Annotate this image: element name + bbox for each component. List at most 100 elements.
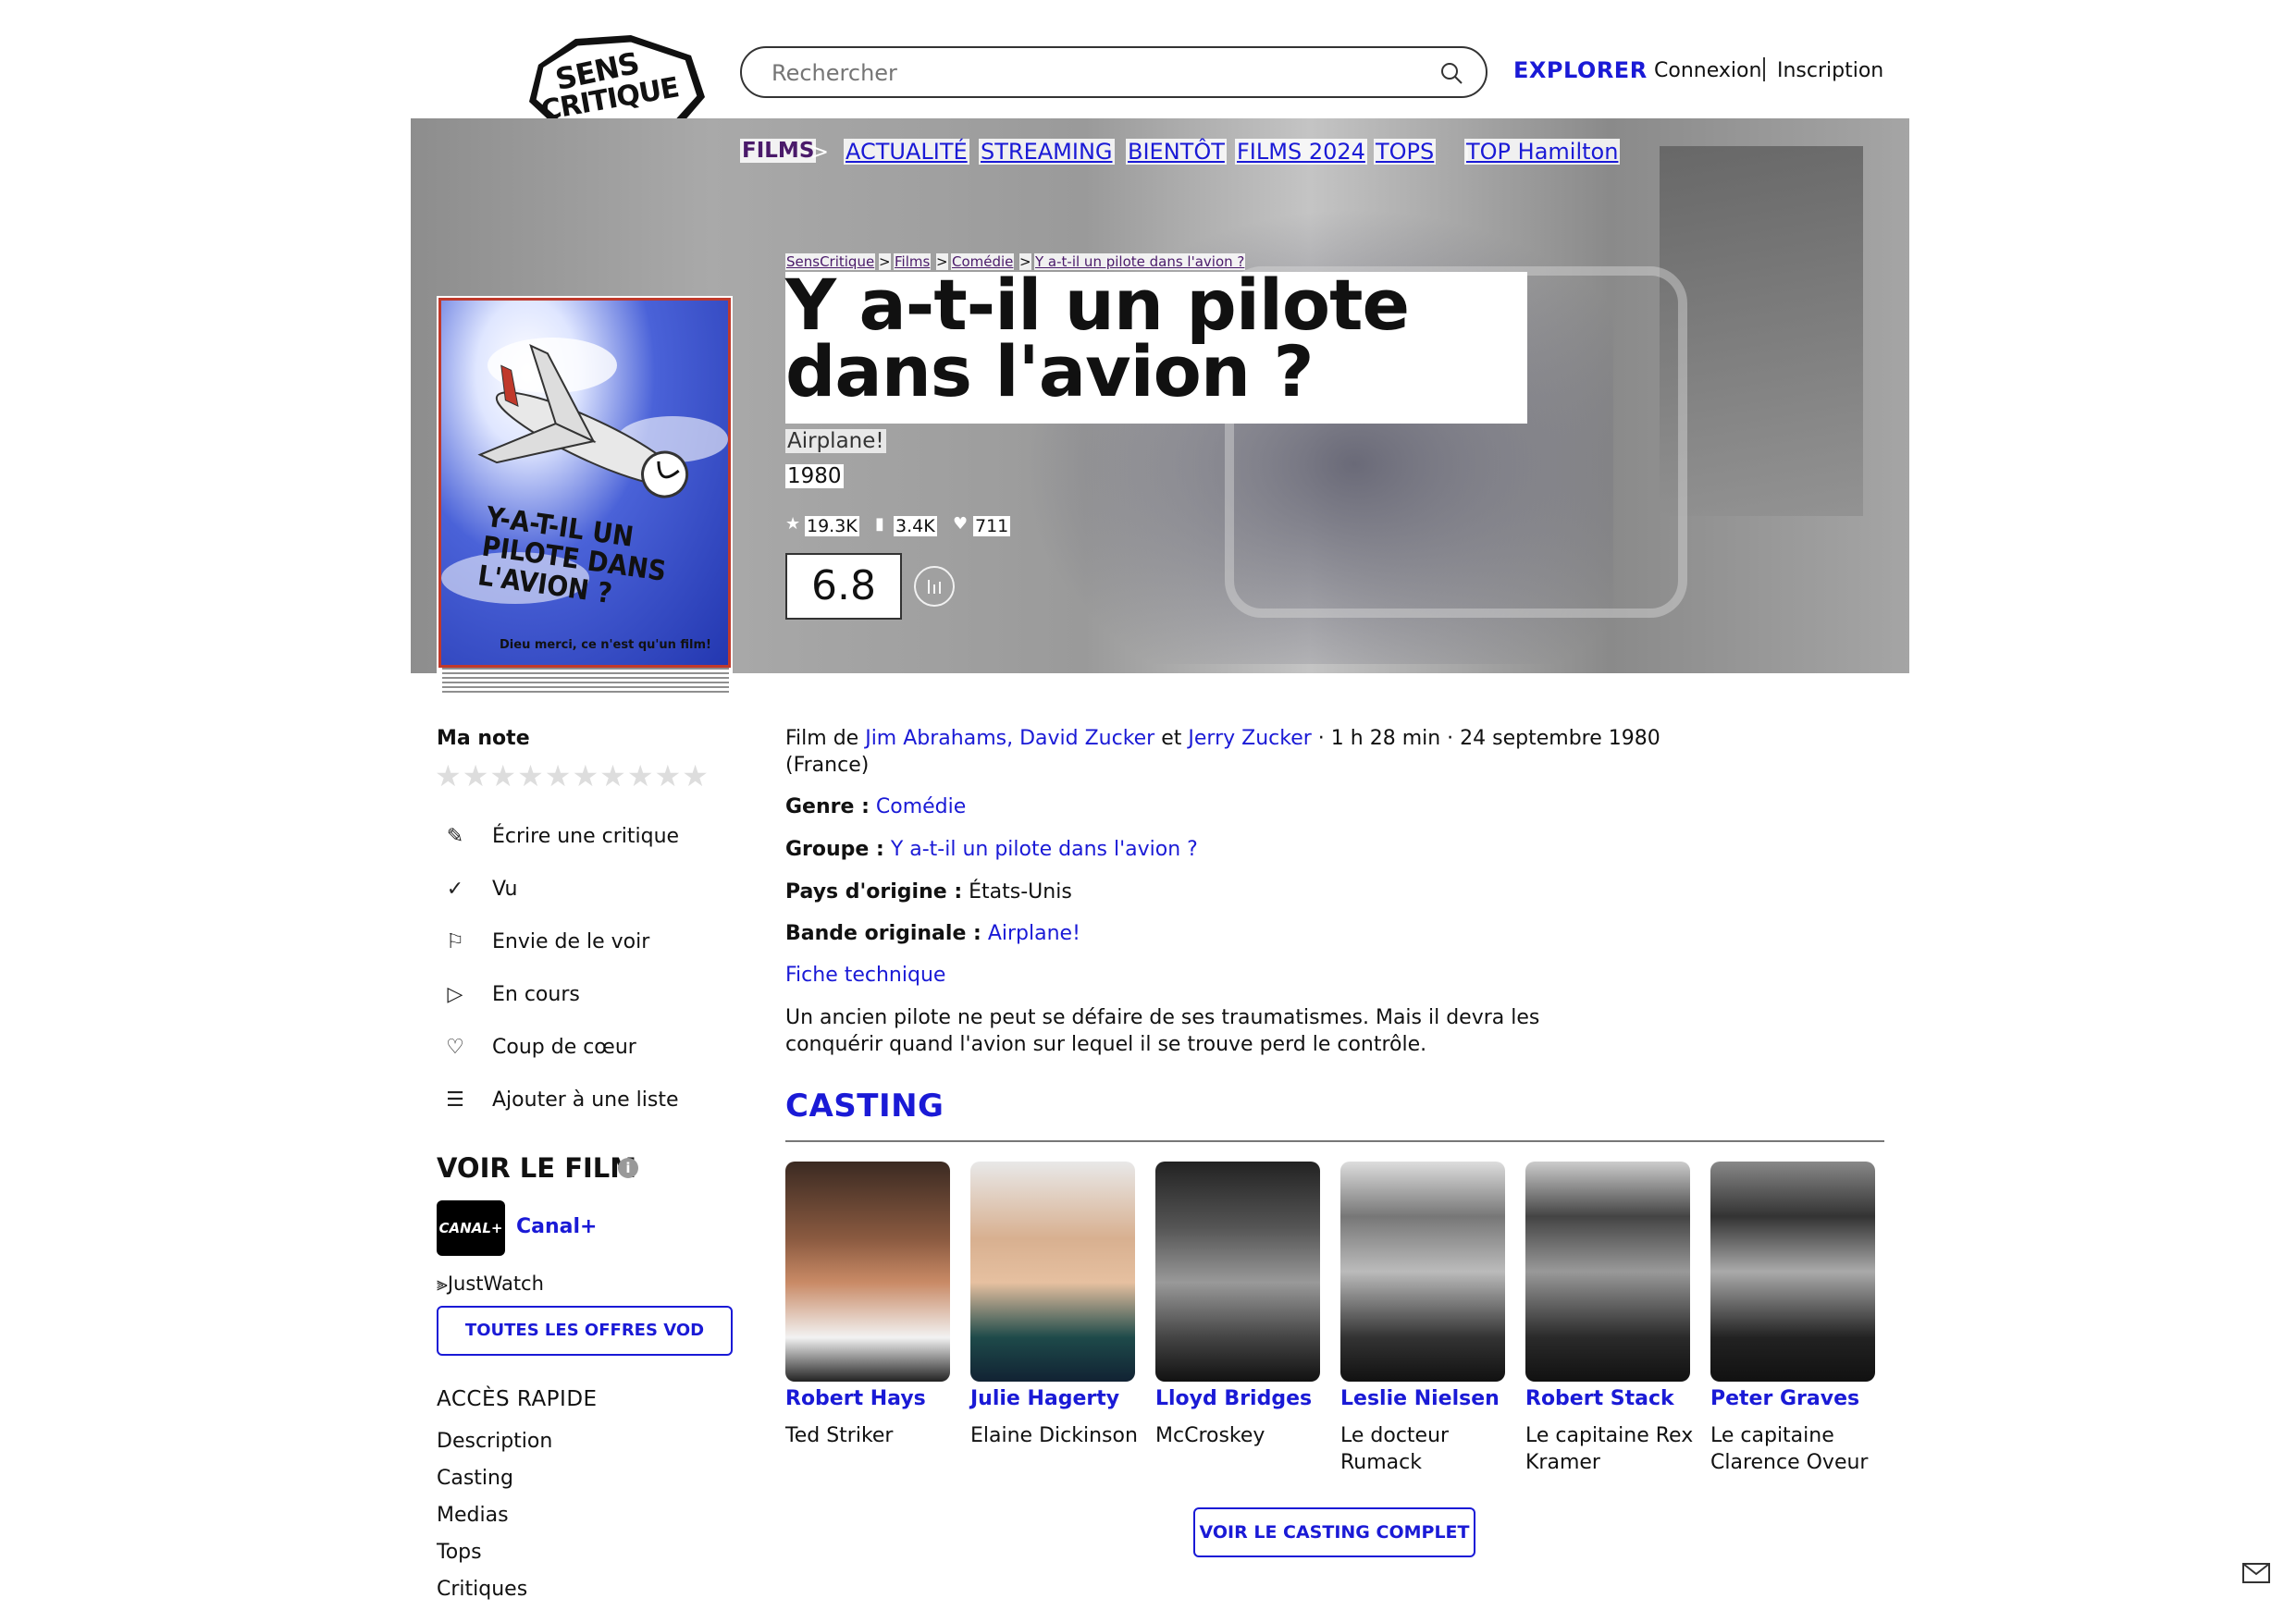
- rating-stars[interactable]: ★★★★★★★★★★: [435, 758, 710, 793]
- page-title: Y a-t-il un pilote dans l'avion ?: [785, 264, 1410, 412]
- actor-photo[interactable]: [1525, 1162, 1690, 1382]
- actor-photo[interactable]: [1155, 1162, 1320, 1382]
- genre-link[interactable]: Comédie: [876, 795, 966, 818]
- justwatch-icon: ⫸: [437, 1273, 448, 1295]
- genre-row: Genre : Comédie: [785, 795, 966, 818]
- mail-icon[interactable]: [2242, 1563, 2270, 1583]
- group-row: Groupe : Y a-t-il un pilote dans l'avion…: [785, 838, 1198, 861]
- action-label: Coup de cœur: [492, 1036, 636, 1059]
- nav-tops[interactable]: TOPS: [1374, 139, 1437, 165]
- casting-title: CASTING: [785, 1088, 944, 1125]
- action-label: Envie de le voir: [492, 930, 650, 953]
- list-add-icon: ☰: [446, 1088, 464, 1112]
- actor-photo[interactable]: [1710, 1162, 1875, 1382]
- actor-photo[interactable]: [1340, 1162, 1505, 1382]
- search-icon[interactable]: [1439, 61, 1463, 85]
- quick-link-tops[interactable]: Tops: [437, 1541, 482, 1564]
- director-link[interactable]: Jerry Zucker: [1188, 727, 1311, 750]
- quick-link-casting[interactable]: Casting: [437, 1467, 513, 1490]
- vod-offers-button[interactable]: TOUTES LES OFFRES VOD: [437, 1306, 733, 1356]
- technical-sheet-link[interactable]: Fiche technique: [785, 964, 945, 987]
- provider-link[interactable]: Canal+: [516, 1215, 597, 1238]
- pencil-icon: ✎: [446, 825, 464, 848]
- country-label: Pays d'origine :: [785, 880, 963, 904]
- full-casting-button[interactable]: VOIR LE CASTING COMPLET: [1193, 1507, 1475, 1557]
- actor-role: McCroskey: [1155, 1424, 1265, 1447]
- nav-chevron-icon: >: [810, 139, 830, 165]
- info-icon[interactable]: i: [618, 1158, 638, 1178]
- justwatch-logo: ⫸JustWatch: [437, 1273, 544, 1296]
- quick-link-medias[interactable]: Medias: [437, 1504, 509, 1527]
- watch-section-title: VOIR LE FILM: [437, 1152, 637, 1184]
- actor-name[interactable]: Julie Hagerty: [970, 1387, 1119, 1410]
- auth-separator: [1763, 57, 1765, 81]
- action-wishlist[interactable]: ⚐ Envie de le voir: [444, 930, 649, 953]
- my-rating-label: Ma note: [437, 727, 530, 750]
- poster-credits-block: [442, 668, 729, 695]
- soundtrack-label: Bande originale :: [785, 922, 981, 945]
- action-label: En cours: [492, 983, 580, 1006]
- group-label: Groupe :: [785, 838, 884, 861]
- genre-label: Genre :: [785, 795, 870, 818]
- actor-photo[interactable]: [785, 1162, 950, 1382]
- actor-photo[interactable]: [970, 1162, 1135, 1382]
- heart-icon: ♡: [446, 1036, 464, 1059]
- heart-icon: ♥: [953, 514, 969, 534]
- nav-top-hamilton[interactable]: TOP Hamilton: [1464, 139, 1621, 165]
- ratings-count: 19.3K: [805, 516, 859, 536]
- and-label: et: [1161, 727, 1182, 750]
- action-label: Vu: [492, 878, 518, 901]
- actor-name[interactable]: Peter Graves: [1710, 1387, 1859, 1410]
- rating-chart-button[interactable]: [914, 566, 955, 607]
- bar-chart-icon: [928, 580, 941, 594]
- quick-link-description[interactable]: Description: [437, 1430, 552, 1453]
- actor-role: Le docteur Rumack: [1340, 1424, 1450, 1474]
- nav-films-2024[interactable]: FILMS 2024: [1235, 139, 1367, 165]
- actor-name[interactable]: Robert Hays: [785, 1387, 926, 1410]
- explorer-link[interactable]: EXPLORER: [1513, 57, 1648, 83]
- login-link[interactable]: Connexion: [1654, 59, 1761, 82]
- actor-name[interactable]: Lloyd Bridges: [1155, 1387, 1312, 1410]
- soundtrack-row: Bande originale : Airplane!: [785, 922, 1080, 945]
- film-by-label: Film de: [785, 727, 859, 750]
- release-year: 1980: [785, 464, 844, 488]
- actor-role: Elaine Dickinson: [970, 1424, 1138, 1447]
- action-label: Écrire une critique: [492, 825, 680, 848]
- nav-streaming[interactable]: STREAMING: [979, 139, 1115, 165]
- bookmark-icon: ⚐: [446, 930, 464, 953]
- nav-films[interactable]: FILMS: [740, 139, 817, 163]
- nav-bientot[interactable]: BIENTÔT: [1126, 139, 1227, 165]
- actor-name[interactable]: Robert Stack: [1525, 1387, 1674, 1410]
- backdrop-cockpit-panel: [1660, 146, 1863, 516]
- action-favorite[interactable]: ♡ Coup de cœur: [444, 1036, 636, 1059]
- search-bar[interactable]: [740, 46, 1487, 98]
- action-add-to-list[interactable]: ☰ Ajouter à une liste: [444, 1088, 679, 1112]
- justwatch-text: JustWatch: [447, 1273, 544, 1295]
- release-country: (France): [785, 754, 870, 777]
- actor-name[interactable]: Leslie Nielsen: [1340, 1387, 1500, 1410]
- action-write-review[interactable]: ✎ Écrire une critique: [444, 825, 679, 848]
- bookmark-icon: ▮: [875, 514, 884, 534]
- nav-actualite[interactable]: ACTUALITÉ: [844, 139, 969, 165]
- actor-role: Le capitaine Rex Kramer: [1525, 1424, 1694, 1474]
- action-seen[interactable]: ✓ Vu: [444, 878, 518, 901]
- action-in-progress[interactable]: ▷ En cours: [444, 983, 580, 1006]
- country-row: Pays d'origine : États-Unis: [785, 880, 1072, 904]
- signup-link[interactable]: Inscription: [1777, 59, 1883, 82]
- average-rating: 6.8: [785, 553, 902, 620]
- canal-plus-logo[interactable]: CANAL+: [437, 1200, 505, 1256]
- star-icon: ★: [785, 514, 801, 534]
- director-link[interactable]: Jim Abrahams, David Zucker: [865, 727, 1154, 750]
- group-link[interactable]: Y a-t-il un pilote dans l'avion ?: [891, 838, 1198, 861]
- credits-line: Film de Jim Abrahams, David Zucker et Je…: [785, 727, 1660, 750]
- soundtrack-link[interactable]: Airplane!: [988, 922, 1080, 945]
- wishlist-count: 3.4K: [894, 516, 937, 536]
- search-input[interactable]: [770, 48, 1421, 98]
- actor-role: Le capitaine Clarence Oveur: [1710, 1424, 1869, 1474]
- actor-role: Ted Striker: [785, 1424, 894, 1447]
- check-icon: ✓: [446, 878, 464, 901]
- quick-link-critiques[interactable]: Critiques: [437, 1578, 527, 1601]
- quick-access-title: ACCÈS RAPIDE: [437, 1387, 598, 1411]
- poster-tagline: Dieu merci, ce n'est qu'un film!: [500, 638, 711, 652]
- action-label: Ajouter à une liste: [492, 1088, 679, 1112]
